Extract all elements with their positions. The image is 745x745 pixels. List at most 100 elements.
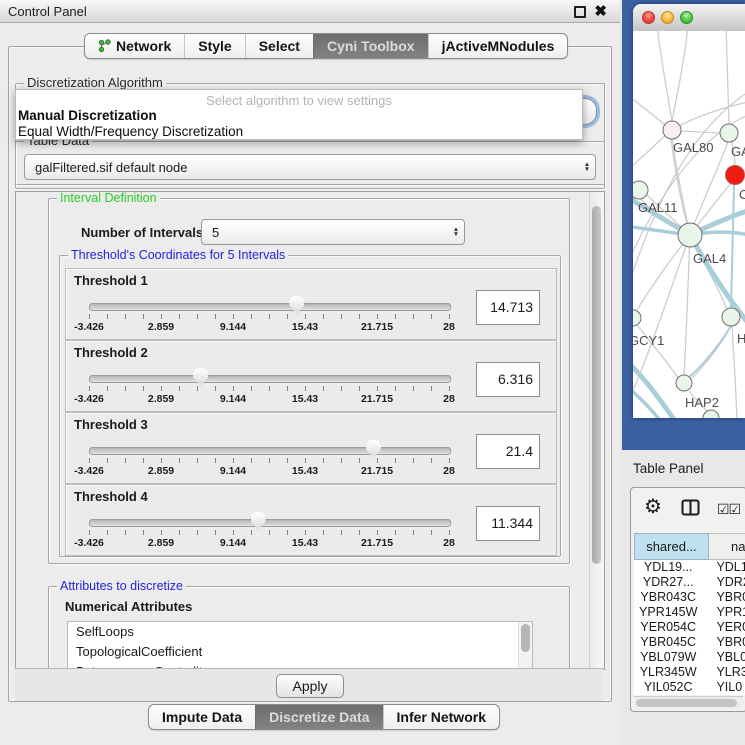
table-cell-name[interactable]: YER0 xyxy=(702,620,745,635)
threshold-row: Threshold 2-3.4262.8599.14415.4321.71528… xyxy=(65,340,557,412)
attributes-group-title: Attributes to discretize xyxy=(57,579,186,593)
network-node-green[interactable] xyxy=(633,181,648,199)
table-row[interactable]: YER054CYER0 xyxy=(634,620,745,635)
tab-style[interactable]: Style xyxy=(184,34,244,58)
table-row[interactable]: YBR043CYBR0 xyxy=(634,590,745,605)
list-scrollbar-thumb[interactable] xyxy=(521,624,530,652)
tab-network[interactable]: Network xyxy=(85,34,184,58)
interval-definition-title: Interval Definition xyxy=(57,191,160,205)
network-edge-highlighted[interactable] xyxy=(689,326,731,377)
gear-icon[interactable]: ⚙ xyxy=(644,496,662,518)
threshold-label: Threshold 1 xyxy=(74,273,148,288)
table-cell-name[interactable]: YDR2 xyxy=(702,575,745,590)
list-item[interactable]: TopologicalCoefficient xyxy=(68,642,532,662)
table-cell-shared-name[interactable]: YDL19... xyxy=(634,560,702,575)
dropdown-item[interactable]: Manual Discretization xyxy=(16,108,582,124)
network-node-green[interactable] xyxy=(722,308,740,326)
table-row[interactable]: YIL052CYIL0 xyxy=(634,680,745,695)
table-cell-shared-name[interactable]: YBR043C xyxy=(634,590,702,605)
slider-track[interactable] xyxy=(89,447,451,455)
network-window-titlebar[interactable] xyxy=(633,4,745,32)
network-node-red[interactable] xyxy=(726,166,745,185)
float-window-icon[interactable] xyxy=(574,6,586,18)
minimize-traffic-light-icon[interactable] xyxy=(661,11,674,24)
slider-track[interactable] xyxy=(89,519,451,527)
checkbox-icons[interactable]: ☑☑ xyxy=(717,501,740,518)
spinner-arrows-icon[interactable]: ▲▼ xyxy=(448,227,464,238)
network-edge[interactable] xyxy=(636,235,690,312)
threshold-value-field[interactable]: 6.316 xyxy=(476,362,540,397)
panel-scrollbar[interactable] xyxy=(589,192,604,669)
table-hscrollbar-thumb[interactable] xyxy=(636,699,737,707)
zoom-traffic-light-icon[interactable] xyxy=(680,11,693,24)
threshold-value-field[interactable]: 14.713 xyxy=(476,290,540,325)
table-cell-name[interactable]: YBR0 xyxy=(702,635,745,650)
column-header-shared-name[interactable]: shared... xyxy=(634,533,709,560)
list-scrollbar[interactable] xyxy=(518,622,532,670)
network-edge[interactable] xyxy=(657,31,672,121)
table-cell-shared-name[interactable]: YBR045C xyxy=(634,635,702,650)
close-icon[interactable]: ✖ xyxy=(594,2,607,20)
column-header-name[interactable]: na xyxy=(709,533,745,560)
apply-button[interactable]: Apply xyxy=(276,674,344,698)
dropdown-item[interactable]: Equal Width/Frequency Discretization xyxy=(16,124,582,140)
columns-icon[interactable] xyxy=(681,499,700,521)
table-row[interactable]: YDR27...YDR2 xyxy=(634,575,745,590)
tab-infer-network[interactable]: Infer Network xyxy=(383,705,499,729)
network-node-green[interactable] xyxy=(678,223,702,247)
slider-ticks xyxy=(89,314,450,319)
table-data-combobox[interactable]: galFiltered.sif default node ▲▼ xyxy=(24,154,596,180)
network-edge-highlighted[interactable] xyxy=(633,359,679,418)
tab-impute-data[interactable]: Impute Data xyxy=(149,705,255,729)
network-node-green[interactable] xyxy=(633,310,641,326)
network-node-green[interactable] xyxy=(720,124,738,142)
network-edge[interactable] xyxy=(684,235,690,375)
number-of-intervals-combobox[interactable]: 5 ▲▼ xyxy=(201,219,465,245)
numerical-attributes-list[interactable]: SelfLoopsTopologicalCoefficientBetweenne… xyxy=(67,621,533,670)
table-cell-shared-name[interactable]: YBL079W xyxy=(634,650,702,665)
table-cell-shared-name[interactable]: YLR345W xyxy=(634,665,702,680)
close-traffic-light-icon[interactable] xyxy=(642,11,655,24)
table-row[interactable]: YBR045CYBR0 xyxy=(634,635,745,650)
slider-track[interactable] xyxy=(89,303,451,311)
slider-track[interactable] xyxy=(89,375,451,383)
table-cell-shared-name[interactable]: YPR145W xyxy=(634,605,702,620)
tab-discretize-data[interactable]: Discretize Data xyxy=(255,705,382,729)
tab-select[interactable]: Select xyxy=(245,34,313,58)
tab-cyni-toolbox[interactable]: Cyni Toolbox xyxy=(313,34,428,58)
table-hscrollbar[interactable] xyxy=(634,696,743,709)
table-cell-name[interactable]: YPR1 xyxy=(702,605,745,620)
table-cell-name[interactable]: YBL0 xyxy=(702,650,745,665)
panel-scrollbar-thumb[interactable] xyxy=(592,206,601,564)
tab-jactivemnodules[interactable]: jActiveMNodules xyxy=(428,34,568,58)
table-cell-name[interactable]: YBR0 xyxy=(702,590,745,605)
network-node-green[interactable] xyxy=(703,410,719,418)
threshold-value-field[interactable]: 11.344 xyxy=(476,506,540,541)
slider-thumb[interactable] xyxy=(193,368,208,386)
table-row[interactable]: YLR345WYLR3 xyxy=(634,665,745,680)
spinner-arrows-icon[interactable]: ▲▼ xyxy=(579,162,595,173)
slider-thumb[interactable] xyxy=(366,440,381,458)
table-cell-shared-name[interactable]: YIL052C xyxy=(634,680,702,695)
network-edge[interactable] xyxy=(672,31,688,121)
table-cell-name[interactable]: YDL1 xyxy=(702,560,745,575)
list-item[interactable]: SelfLoops xyxy=(68,622,532,642)
network-node-label: H xyxy=(737,331,745,346)
table-cell-shared-name[interactable]: YER054C xyxy=(634,620,702,635)
network-edge[interactable] xyxy=(680,131,720,133)
slider-thumb[interactable] xyxy=(289,296,304,314)
table-row[interactable]: YPR145WYPR1 xyxy=(634,605,745,620)
table-cell-shared-name[interactable]: YDR27... xyxy=(634,575,702,590)
tab-label: Infer Network xyxy=(397,706,486,729)
threshold-value-field[interactable]: 21.4 xyxy=(476,434,540,469)
slider-thumb[interactable] xyxy=(251,512,266,530)
table-cell-name[interactable]: YLR3 xyxy=(702,665,745,680)
table-cell-name[interactable]: YIL0 xyxy=(702,680,745,695)
network-edge[interactable] xyxy=(726,31,729,124)
network-node-green[interactable] xyxy=(676,375,692,391)
network-node-pink[interactable] xyxy=(663,121,681,139)
network-canvas[interactable]: GAL80GACGAL11GAL4GCY1HHAP2 xyxy=(633,31,745,418)
network-edge-highlighted[interactable] xyxy=(731,185,734,308)
table-row[interactable]: YBL079WYBL0 xyxy=(634,650,745,665)
table-row[interactable]: YDL19...YDL1 xyxy=(634,560,745,575)
